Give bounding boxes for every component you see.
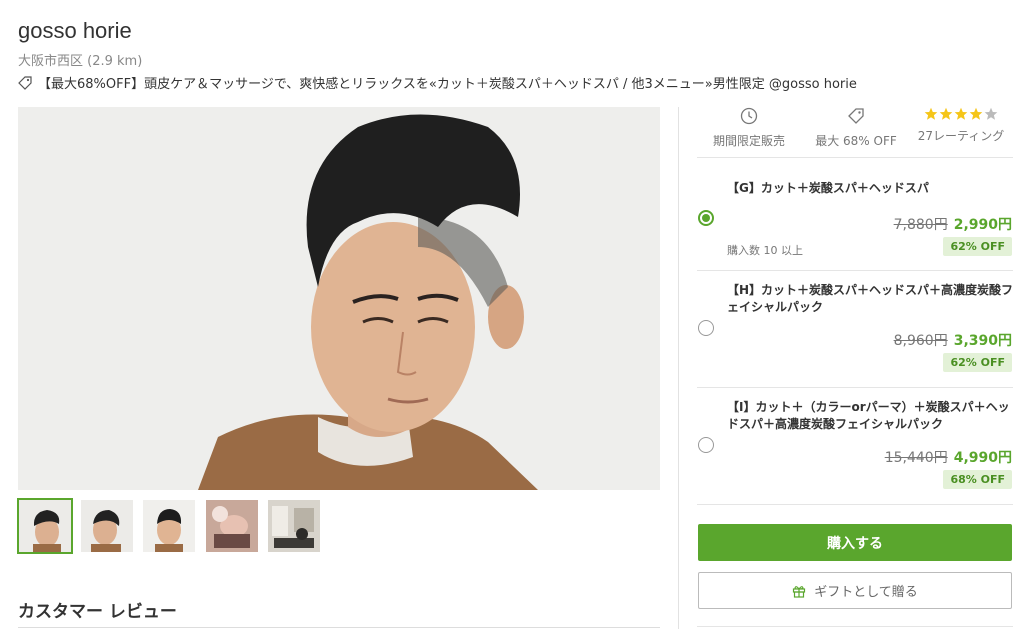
tag-icon [18,75,32,90]
option-i-radio[interactable] [698,437,714,453]
option-g-new-price: 2,990円 [953,217,1012,233]
star-icon [924,107,938,120]
option-g-old-price: 7,880円 [893,217,948,233]
option-g-radio[interactable] [698,210,714,226]
limited-sale-stat: 期間限定販売 [706,107,792,149]
option-i-price: 15,440円 4,990円 [885,447,1012,467]
discount-stat: 最大 68% OFF [810,107,902,149]
option-i-discount-badge: 68% OFF [943,470,1012,489]
rating-stat[interactable]: 27レーティング [910,107,1012,144]
option-g-sold-count: 購入数 10 以上 [727,244,803,257]
buy-button[interactable]: 購入する [698,524,1012,561]
option-g-price: 7,880円 2,990円 [894,214,1012,234]
reviews-heading: カスタマー レビュー [18,602,177,622]
option-h-old-price: 8,960円 [893,333,948,349]
deal-headline: 【最大68%OFF】頭皮ケア＆マッサージで、爽快感とリラックスを«カット＋炭酸ス… [18,73,857,92]
divider [18,627,660,628]
rating-stars [910,107,1012,123]
divider [697,504,1013,505]
thumbnail-3[interactable] [143,500,195,552]
option-g-title[interactable]: 【G】カット＋炭酸スパ＋ヘッドスパ [727,180,1017,197]
option-g-discount-badge: 62% OFF [943,237,1012,256]
option-h-discount-badge: 62% OFF [943,353,1012,372]
deal-headline-text: 【最大68%OFF】頭皮ケア＆マッサージで、爽快感とリラックスを«カット＋炭酸ス… [38,77,857,92]
star-icon [939,107,953,120]
shop-title: gosso horie [18,18,132,43]
thumbnail-1[interactable] [17,498,73,554]
thumbnail-4[interactable] [206,500,258,552]
discount-label: 最大 68% OFF [815,134,897,148]
main-photo [18,107,660,490]
divider [697,270,1013,271]
clock-icon [740,107,758,125]
thumbnail-5[interactable] [268,500,320,552]
divider [697,387,1013,388]
option-h-title[interactable]: 【H】カット＋炭酸スパ＋ヘッドスパ＋高濃度炭酸フェイシャルパック [727,282,1017,316]
option-h-new-price: 3,390円 [953,333,1012,349]
divider [697,157,1013,158]
star-icon [954,107,968,120]
gift-icon [793,585,806,598]
rating-label: 27レーティング [917,129,1005,143]
divider [697,626,1013,627]
star-icon [969,107,983,120]
thumbnail-2[interactable] [81,500,133,552]
option-i-new-price: 4,990円 [953,450,1012,466]
star-icon [984,107,998,120]
gift-button-label: ギフトとして贈る [814,585,918,600]
option-i-title[interactable]: 【I】カット＋（カラーorパーマ）＋炭酸スパ＋ヘッドスパ＋高濃度炭酸フェイシャル… [727,399,1017,433]
gift-button[interactable]: ギフトとして贈る [698,572,1012,609]
option-h-radio[interactable] [698,320,714,336]
limited-sale-label: 期間限定販売 [712,134,785,148]
option-i-old-price: 15,440円 [884,450,948,466]
tag-icon [848,108,864,124]
shop-location: 大阪市西区 (2.9 km) [18,54,143,69]
option-h-price: 8,960円 3,390円 [894,330,1012,350]
